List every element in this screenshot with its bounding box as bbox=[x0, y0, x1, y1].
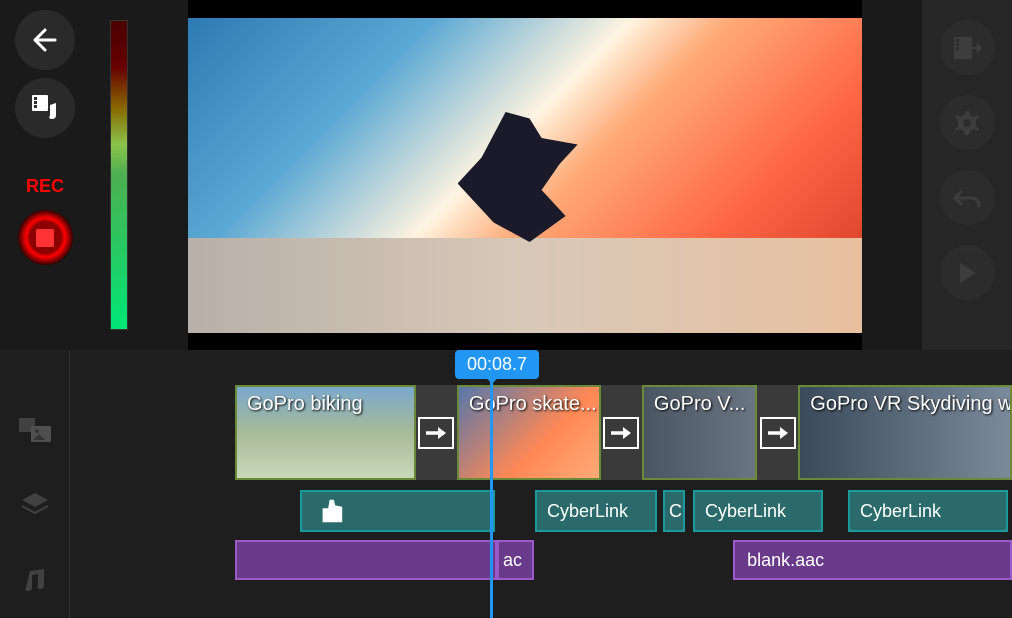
right-toolbar bbox=[922, 0, 1012, 350]
settings-button[interactable] bbox=[940, 95, 995, 150]
back-button[interactable] bbox=[15, 10, 75, 70]
video-photo-icon bbox=[17, 416, 53, 444]
audio-track[interactable]: ac blank.aac bbox=[235, 540, 1012, 580]
audio-clip[interactable]: blank.aac bbox=[733, 540, 1012, 580]
sticker-clip[interactable]: CyberLink bbox=[693, 490, 823, 532]
sticker-clip[interactable]: CyberLink bbox=[848, 490, 1008, 532]
export-icon bbox=[952, 35, 982, 61]
gear-icon bbox=[952, 108, 982, 138]
timeline: 00:08.7 GoPro biking GoPro skate... GoPr… bbox=[0, 350, 1012, 618]
media-button[interactable] bbox=[15, 78, 75, 138]
media-music-icon bbox=[28, 91, 62, 125]
thumbs-up-icon bbox=[317, 497, 345, 525]
audio-track-button[interactable] bbox=[0, 560, 69, 600]
audio-clip[interactable] bbox=[235, 540, 497, 580]
sticker-label: CyberLink bbox=[860, 501, 941, 522]
sticker-clip[interactable]: CyberLink bbox=[535, 490, 657, 532]
clip-label: GoPro V... bbox=[654, 393, 746, 416]
playhead-timestamp[interactable]: 00:08.7 bbox=[455, 350, 539, 379]
record-button[interactable] bbox=[18, 210, 73, 265]
transition[interactable] bbox=[601, 385, 642, 480]
sticker-clip[interactable]: C bbox=[663, 490, 685, 532]
video-clip[interactable]: GoPro VR Skydiving wit bbox=[798, 385, 1012, 480]
video-track-button[interactable] bbox=[0, 410, 69, 450]
transition-icon bbox=[760, 417, 796, 449]
play-icon bbox=[954, 260, 980, 286]
sticker-label: C bbox=[669, 501, 682, 522]
audio-level-meter bbox=[110, 20, 128, 330]
stop-icon bbox=[36, 229, 54, 247]
undo-icon bbox=[953, 186, 981, 210]
layers-button[interactable] bbox=[0, 485, 69, 525]
video-track[interactable]: GoPro biking GoPro skate... GoPro V... G… bbox=[235, 385, 1012, 480]
layers-icon bbox=[20, 491, 50, 519]
playhead[interactable] bbox=[490, 374, 493, 618]
audio-label: ac bbox=[503, 550, 522, 571]
music-icon bbox=[22, 567, 48, 593]
audio-label: blank.aac bbox=[747, 550, 824, 571]
sticker-label: CyberLink bbox=[705, 501, 786, 522]
preview-frame bbox=[188, 18, 862, 333]
clip-label: GoPro skate... bbox=[469, 393, 597, 416]
video-clip[interactable]: GoPro biking bbox=[235, 385, 416, 480]
transition-icon bbox=[418, 417, 454, 449]
transition[interactable] bbox=[757, 385, 798, 480]
clip-label: GoPro biking bbox=[247, 393, 363, 416]
back-arrow-icon bbox=[27, 22, 63, 58]
timeline-tools bbox=[0, 350, 70, 618]
left-toolbar: REC bbox=[0, 0, 90, 350]
play-button[interactable] bbox=[940, 245, 995, 300]
video-clip[interactable]: GoPro V... bbox=[642, 385, 757, 480]
clip-label: GoPro VR Skydiving wit bbox=[810, 393, 1012, 416]
sticker-clip[interactable] bbox=[300, 490, 495, 532]
sticker-label: CyberLink bbox=[547, 501, 628, 522]
export-button[interactable] bbox=[940, 20, 995, 75]
video-clip[interactable]: GoPro skate... bbox=[457, 385, 601, 480]
sticker-track[interactable]: CyberLink C CyberLink CyberLink bbox=[300, 490, 1012, 532]
audio-clip[interactable]: ac bbox=[497, 540, 534, 580]
undo-button[interactable] bbox=[940, 170, 995, 225]
rec-label: REC bbox=[26, 176, 64, 197]
transition-icon bbox=[603, 417, 639, 449]
video-preview[interactable] bbox=[188, 0, 862, 350]
transition[interactable] bbox=[416, 385, 457, 480]
preview-area: REC bbox=[0, 0, 1012, 350]
